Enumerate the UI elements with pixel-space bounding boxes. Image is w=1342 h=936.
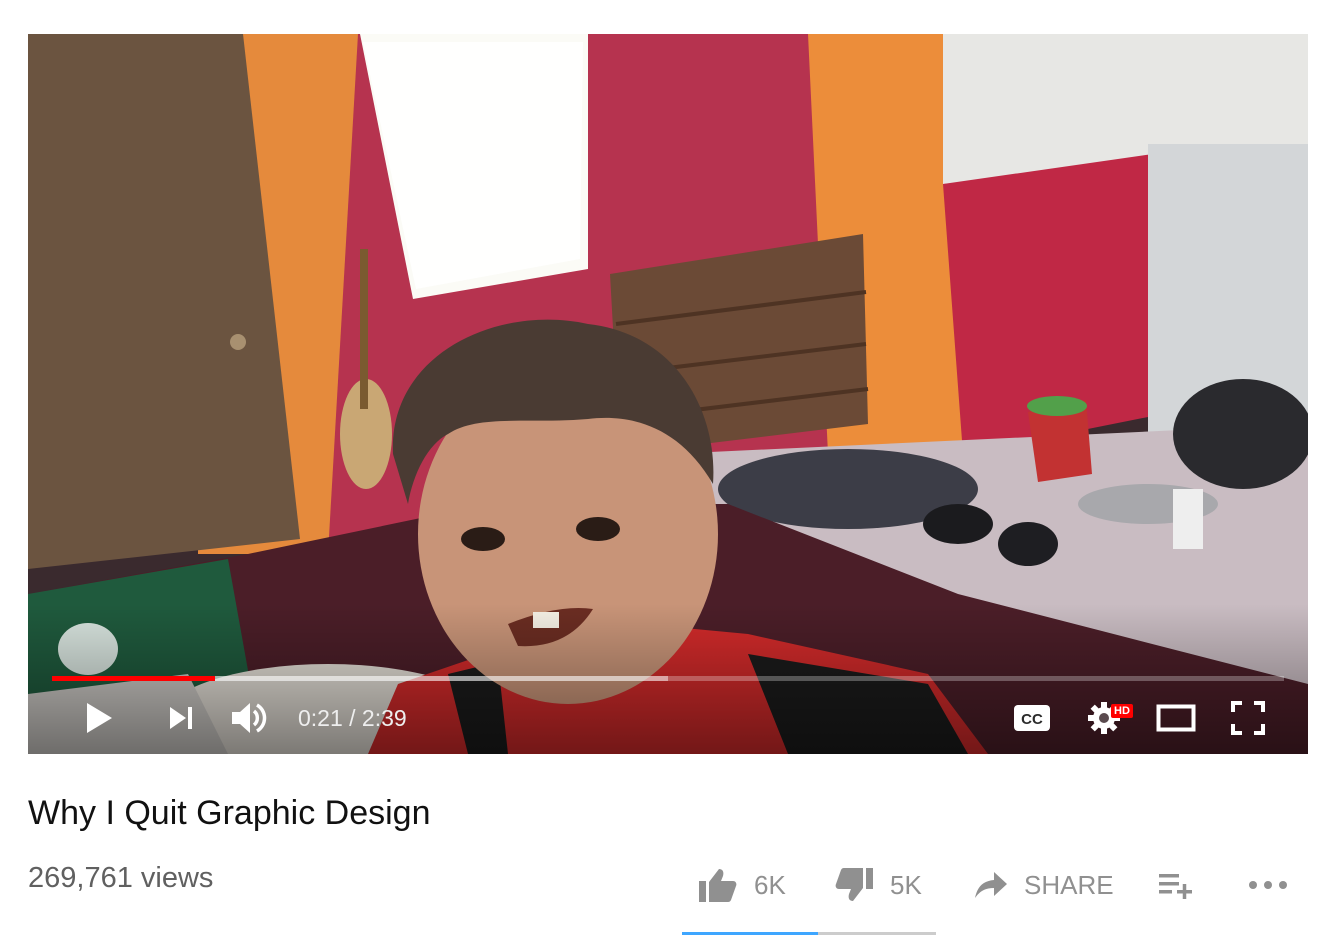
like-button[interactable]: 6K [698,862,786,908]
next-icon [170,707,192,729]
thumbs-down-icon [835,868,873,901]
more-icon [1249,881,1287,889]
captions-button[interactable]: CC [1008,694,1056,742]
play-icon [87,703,112,733]
share-arrow-icon [975,872,1007,898]
svg-text:CC: CC [1021,711,1043,728]
cc-icon: CC [1014,705,1050,731]
theater-icon [1156,704,1196,732]
fullscreen-icon [1231,701,1265,735]
share-label: SHARE [1024,869,1114,900]
theater-mode-button[interactable] [1152,694,1200,742]
video-title: Why I Quit Graphic Design [28,794,431,832]
add-to-playlist-button[interactable] [1158,862,1210,908]
more-actions-button[interactable] [1248,862,1304,908]
dislike-button[interactable]: 5K [834,862,922,908]
thumbs-up-icon [699,869,737,902]
video-player[interactable]: 0:21 / 2:39 CC HD [28,34,1308,754]
time-display: 0:21 / 2:39 [298,705,407,731]
next-button[interactable] [158,694,204,742]
volume-icon [232,703,267,733]
progress-bar[interactable] [52,676,1284,681]
like-count: 6K [754,869,786,900]
dislike-count: 5K [890,869,922,900]
hd-badge: HD [1111,704,1133,718]
settings-button[interactable] [1080,694,1128,742]
player-controls: 0:21 / 2:39 CC HD [28,694,1308,742]
played-bar [52,676,215,681]
share-button[interactable]: SHARE [974,862,1114,908]
sentiment-bar [682,932,936,935]
view-count: 269,761 views [28,862,214,894]
fullscreen-button[interactable] [1224,694,1272,742]
sentiment-likes [682,932,819,935]
playlist-add-icon [1159,874,1192,899]
volume-button[interactable] [226,694,274,742]
play-button[interactable] [76,694,122,742]
